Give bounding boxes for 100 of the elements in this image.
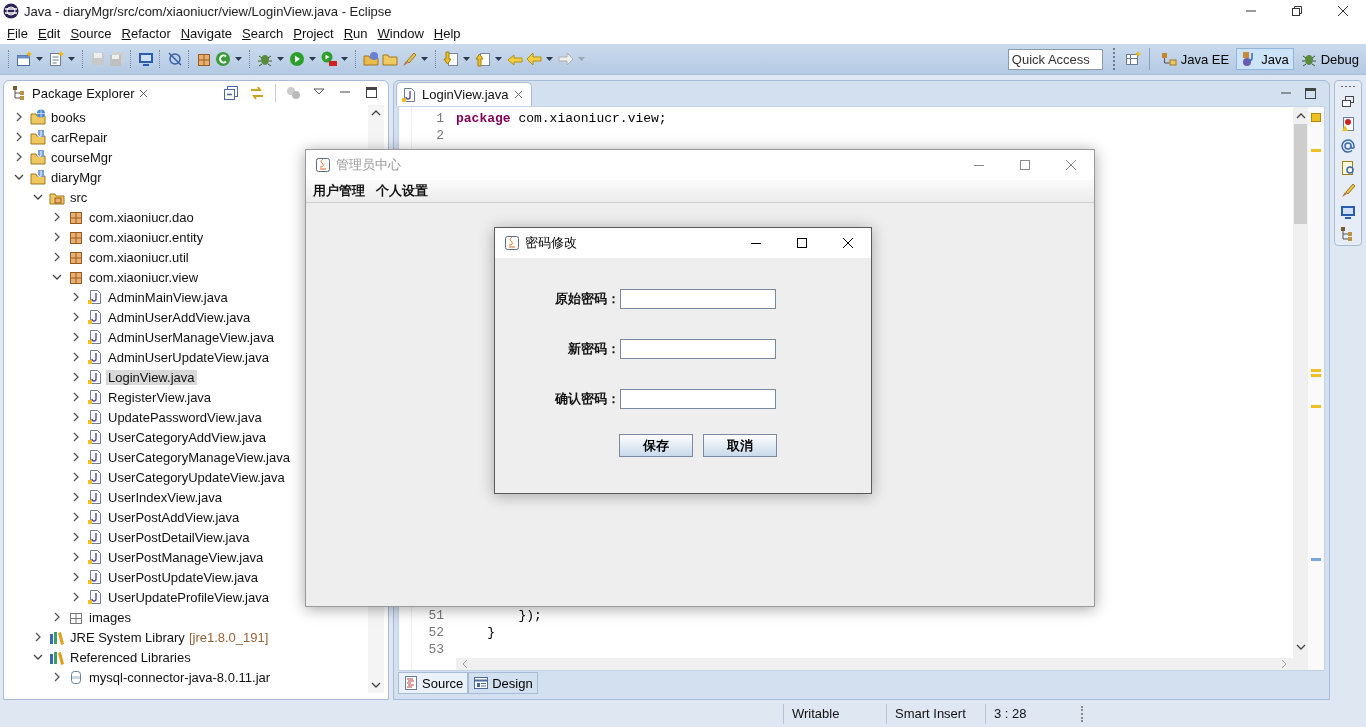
tree-item[interactable]: UserPostManageView.java (106, 549, 266, 565)
tree-item[interactable]: AdminUserUpdateView.java (106, 349, 271, 365)
tree-item[interactable]: Referenced Libraries (68, 649, 193, 665)
package-icon[interactable] (195, 51, 212, 67)
tree-item[interactable]: UserIndexView.java (106, 489, 224, 505)
chevron-icon[interactable] (52, 672, 62, 682)
tree-item[interactable]: UserPostAddView.java (106, 509, 242, 525)
tree-item[interactable]: src (68, 189, 90, 205)
document-search-icon[interactable] (1340, 160, 1356, 176)
scroll-up-icon[interactable] (1295, 113, 1306, 119)
run-tool-icon[interactable] (320, 51, 337, 67)
tree-item[interactable]: AdminMainView.java (106, 289, 230, 305)
tree-item[interactable]: UserCategoryUpdateView.java (106, 469, 287, 485)
tree-item[interactable]: UserUpdateProfileView.java (106, 589, 271, 605)
caret-icon[interactable] (68, 57, 75, 61)
password-field[interactable] (620, 339, 776, 359)
caret-icon[interactable] (277, 57, 284, 61)
tree-item[interactable]: courseMgr (49, 149, 115, 165)
chevron-icon[interactable] (33, 632, 43, 642)
chevron-icon[interactable] (14, 152, 24, 162)
grip-icon[interactable] (1081, 705, 1085, 722)
caret-icon[interactable] (235, 57, 242, 61)
chevron-icon[interactable] (33, 192, 43, 202)
chevron-icon[interactable] (71, 532, 81, 542)
chevron-icon[interactable] (71, 512, 81, 522)
scroll-down-icon[interactable] (1295, 644, 1306, 650)
tree-item[interactable]: UserPostUpdateView.java (106, 569, 261, 585)
maximize-icon[interactable] (797, 238, 807, 248)
open-folder-icon[interactable] (362, 51, 379, 67)
tree-item[interactable]: com.xiaoniucr.entity (87, 229, 206, 245)
view-tab[interactable]: Package Explorer (8, 82, 154, 104)
menu-item[interactable]: Window (372, 25, 429, 41)
tree-item[interactable]: JRE System Library (68, 629, 187, 645)
menu-item[interactable]: Navigate (175, 25, 238, 41)
password-field[interactable] (620, 389, 776, 409)
chevron-icon[interactable] (33, 652, 43, 662)
close-icon[interactable] (843, 238, 853, 248)
grip-icon[interactable] (1340, 85, 1356, 88)
tree-item[interactable]: UserCategoryManageView.java (106, 449, 292, 465)
at-sign-icon[interactable] (1340, 138, 1356, 154)
menu-item[interactable]: Refactor (116, 25, 176, 41)
restore-icon[interactable] (1340, 94, 1356, 110)
menu-item[interactable]: 用户管理 (308, 182, 371, 200)
editor-mode-tab[interactable]: Design (468, 672, 538, 694)
tree-item[interactable]: com.xiaoniucr.dao (87, 209, 196, 225)
new-window-icon[interactable] (15, 51, 32, 67)
tree-item[interactable]: carRepair (49, 129, 110, 145)
tree-item[interactable]: LoginView.java (106, 369, 197, 385)
perspective-button[interactable]: Java EE (1155, 48, 1235, 70)
caret-icon[interactable] (341, 57, 348, 61)
menu-item[interactable]: Run (338, 25, 373, 41)
tree-item[interactable]: RegisterView.java (106, 389, 214, 405)
perspective-button[interactable]: Java (1236, 48, 1294, 70)
caret-icon[interactable] (36, 57, 43, 61)
circle-c-icon[interactable] (214, 51, 231, 67)
menu-item[interactable]: Source (65, 25, 117, 41)
chevron-icon[interactable] (71, 552, 81, 562)
chevron-icon[interactable] (52, 232, 62, 242)
tree-item[interactable]: UpdatePasswordView.java (106, 409, 264, 425)
caret-icon[interactable] (495, 57, 502, 61)
menu-item[interactable]: 个人设置 (371, 182, 434, 200)
chevron-icon[interactable] (71, 372, 81, 382)
crossed-circle-icon[interactable] (166, 51, 183, 67)
tree-item[interactable]: com.xiaoniucr.view (87, 269, 201, 285)
caret-icon[interactable] (546, 57, 553, 61)
dialog-button[interactable]: 取消 (703, 434, 777, 457)
chevron-icon[interactable] (71, 352, 81, 362)
chevron-icon[interactable] (71, 332, 81, 342)
maximize-icon[interactable] (364, 85, 380, 101)
chevron-icon[interactable] (71, 392, 81, 402)
scroll-up-icon[interactable] (371, 110, 381, 116)
scroll-thumb[interactable] (1294, 124, 1307, 224)
problem-document-icon[interactable] (1340, 116, 1356, 132)
password-field[interactable] (620, 289, 776, 309)
perspective-button[interactable]: Debug (1295, 48, 1364, 70)
maximize-icon[interactable] (1303, 85, 1319, 102)
chevron-icon[interactable] (71, 592, 81, 602)
menu-item[interactable]: Help (428, 25, 466, 41)
scroll-down-icon[interactable] (371, 682, 381, 688)
tree-item[interactable]: com.xiaoniucr.util (87, 249, 191, 265)
run-icon[interactable] (288, 51, 305, 67)
tree-item[interactable]: AdminUserAddView.java (106, 309, 253, 325)
down-arrow-icon[interactable] (442, 51, 459, 67)
tree-item[interactable]: diaryMgr (49, 169, 104, 185)
chevron-icon[interactable] (71, 572, 81, 582)
caret-icon[interactable] (309, 57, 316, 61)
caret-icon[interactable] (463, 57, 470, 61)
monitor-icon[interactable] (137, 51, 154, 67)
close-icon[interactable] (1337, 5, 1349, 17)
chevron-icon[interactable] (71, 432, 81, 442)
chevron-icon[interactable] (52, 212, 62, 222)
chevron-icon[interactable] (52, 252, 62, 262)
editor-tab[interactable]: LoginView.java (396, 82, 532, 106)
chevron-icon[interactable] (52, 272, 62, 282)
restore-icon[interactable] (1291, 5, 1303, 17)
vertical-scrollbar[interactable] (1293, 107, 1308, 670)
collapse-all-icon[interactable] (223, 85, 239, 101)
chevron-icon[interactable] (14, 172, 24, 182)
chevron-icon[interactable] (52, 612, 62, 622)
menu-item[interactable]: Search (237, 25, 289, 41)
